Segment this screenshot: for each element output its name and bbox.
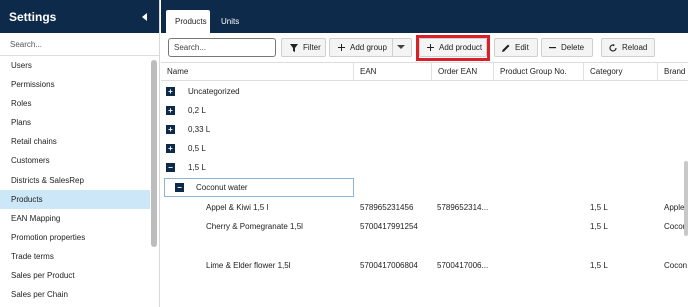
expand-plus-icon[interactable]: + (166, 106, 175, 115)
sidebar-scrollbar[interactable] (151, 60, 157, 247)
plus-icon (338, 44, 345, 51)
cell-order-ean (437, 217, 493, 236)
sidebar-header: Settings (0, 0, 159, 33)
group-row: + Uncategorized (161, 82, 240, 101)
cell-order-ean: 5700417006... (437, 261, 489, 270)
reload-label: Reload (622, 43, 648, 52)
group-row: + 0,33 L (161, 120, 210, 139)
minus-icon (549, 47, 556, 49)
expand-plus-icon[interactable]: + (166, 144, 175, 153)
column-header-name[interactable]: Name (161, 63, 349, 81)
group-row: + 0,2 L (161, 101, 206, 120)
tab-units[interactable]: Units (212, 10, 248, 33)
main-panel: Products Units Filter Add group Add prod… (161, 0, 688, 307)
delete-button[interactable]: Delete (541, 38, 593, 57)
sidebar-item-ean-mapping[interactable]: EAN Mapping (0, 209, 150, 228)
sidebar-nav-list: Users Permissions Roles Plans Retail cha… (0, 56, 150, 304)
app-window: Settings Users Permissions Roles Plans R… (0, 0, 688, 307)
sidebar-item-sales-per-product[interactable]: Sales per Product (0, 266, 150, 285)
tab-products[interactable]: Products (166, 10, 210, 33)
collapse-arrow-icon[interactable] (140, 12, 150, 22)
filter-button[interactable]: Filter (281, 38, 326, 57)
group-label: 0,33 L (188, 125, 211, 134)
group-row: + 0,5 L (161, 139, 206, 158)
chevron-down-icon[interactable] (397, 44, 405, 50)
column-header-ean[interactable]: EAN (353, 63, 431, 81)
grid-search (168, 38, 276, 57)
collapse-minus-icon[interactable]: − (166, 163, 175, 172)
cell-name: Lime & Elder flower 1,5l (206, 261, 291, 270)
expand-plus-icon[interactable]: + (166, 87, 175, 96)
sidebar-item-products[interactable]: Products (0, 189, 150, 209)
cell-category: 1,5 L (590, 261, 608, 270)
column-header-category[interactable]: Category (583, 63, 657, 81)
tab-bar: Products Units (161, 0, 688, 33)
sidebar-item-districts-salesrep[interactable]: Districts & SalesRep (0, 171, 150, 190)
column-header-product-group-no[interactable]: Product Group No. (493, 63, 583, 81)
cell-name: Appel & Kiwi 1,5 l (206, 203, 269, 212)
sidebar-search (0, 33, 159, 56)
sidebar-item-roles[interactable]: Roles (0, 94, 150, 113)
cell-category: 1,5 L (590, 222, 608, 231)
cell-name: Cherry & Pomegranate 1,5l (206, 222, 303, 231)
cell-group-no (499, 217, 579, 236)
sidebar-item-retail-chains[interactable]: Retail chains (0, 132, 150, 151)
edit-label: Edit (515, 43, 529, 52)
settings-sidebar: Settings Users Permissions Roles Plans R… (0, 0, 160, 307)
subgroup-row[interactable]: − Coconut water (164, 178, 354, 197)
filter-icon (290, 43, 298, 52)
add-product-highlight-box (416, 35, 490, 61)
sidebar-item-customers[interactable]: Customers (0, 151, 150, 170)
grid-header: Name EAN Order EAN Product Group No. Cat… (161, 62, 688, 81)
subgroup-label: Coconut water (196, 183, 248, 192)
group-label: 0,2 L (188, 106, 206, 115)
expand-plus-icon[interactable]: + (166, 125, 175, 134)
filter-label: Filter (303, 43, 321, 52)
group-label: 1,5 L (188, 163, 206, 172)
table-row[interactable]: Appel & Kiwi 1,5 l 578965231456 57896523… (161, 198, 688, 217)
sidebar-search-input[interactable] (10, 39, 140, 49)
cell-order-ean: 5789652314... (437, 203, 489, 212)
column-header-brand[interactable]: Brand (657, 63, 688, 81)
sidebar-item-sales-per-chain[interactable]: Sales per Chain (0, 285, 150, 304)
cell-ean: 5700417006804 (360, 261, 418, 270)
sidebar-item-plans[interactable]: Plans (0, 113, 150, 132)
refresh-icon (609, 43, 617, 52)
cell-ean: 578965231456 (360, 203, 414, 212)
collapse-minus-icon[interactable]: − (175, 183, 184, 192)
cell-ean: 5700417991254 (360, 222, 418, 231)
pencil-icon (502, 44, 510, 52)
column-header-order-ean[interactable]: Order EAN (431, 63, 493, 81)
grid-search-input[interactable] (174, 43, 270, 52)
add-group-label: Add group (350, 43, 387, 52)
cell-group-no (499, 198, 579, 217)
sidebar-item-users[interactable]: Users (0, 56, 150, 75)
cell-category: 1,5 L (590, 203, 608, 212)
sidebar-item-promotion-properties[interactable]: Promotion properties (0, 228, 150, 247)
products-grid: Name EAN Order EAN Product Group No. Cat… (161, 62, 688, 307)
sidebar-title: Settings (9, 9, 57, 24)
cell-brand: Cocon (664, 261, 688, 270)
reload-button[interactable]: Reload (601, 38, 655, 57)
delete-label: Delete (561, 43, 585, 52)
cell-group-no (499, 256, 579, 275)
group-row: − 1,5 L (161, 158, 206, 177)
grid-scrollbar[interactable] (684, 161, 688, 236)
add-group-button[interactable]: Add group (329, 38, 412, 57)
group-label: Uncategorized (188, 87, 240, 96)
table-row[interactable]: Lime & Elder flower 1,5l 5700417006804 5… (161, 256, 688, 275)
group-label: 0,5 L (188, 144, 206, 153)
sidebar-item-trade-terms[interactable]: Trade terms (0, 247, 150, 266)
table-row[interactable]: Cherry & Pomegranate 1,5l 5700417991254 … (161, 217, 688, 236)
sidebar-item-permissions[interactable]: Permissions (0, 75, 150, 94)
split-divider (392, 39, 393, 56)
edit-button[interactable]: Edit (494, 38, 538, 57)
